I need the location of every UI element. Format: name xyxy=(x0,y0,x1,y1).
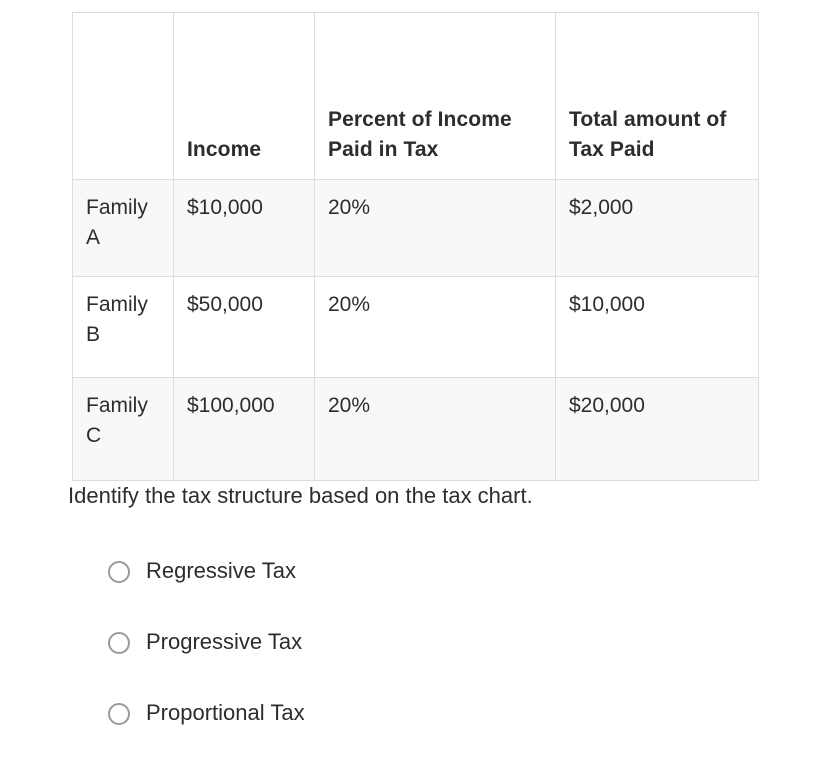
column-header-blank xyxy=(72,12,174,180)
radio-button-icon[interactable] xyxy=(108,560,130,583)
option-progressive-tax[interactable]: Progressive Tax xyxy=(108,628,668,657)
column-header-percent-of-income-paid-in-tax: Percent of Income Paid in Tax xyxy=(314,12,556,180)
question-prompt: Identify the tax structure based on the … xyxy=(68,483,533,508)
cell-percent: 20% xyxy=(314,276,556,378)
answer-options: Regressive Tax Progressive Tax Proportio… xyxy=(108,557,668,770)
tax-chart: Income Percent of Income Paid in Tax Tot… xyxy=(72,12,759,481)
option-label: Progressive Tax xyxy=(146,629,303,655)
table-header: Income Percent of Income Paid in Tax Tot… xyxy=(72,12,759,180)
option-label: Regressive Tax xyxy=(146,558,296,584)
cell-income: $10,000 xyxy=(173,179,315,277)
table-row: Family B $50,000 20% $10,000 xyxy=(72,276,759,378)
cell-family: Family A xyxy=(72,179,174,277)
option-label: Proportional Tax xyxy=(146,700,305,726)
cell-total: $10,000 xyxy=(555,276,759,378)
table-row: Family A $10,000 20% $2,000 xyxy=(72,179,759,277)
radio-button-icon[interactable] xyxy=(108,631,130,654)
cell-total: $20,000 xyxy=(555,377,759,481)
cell-percent: 20% xyxy=(314,377,556,481)
cell-income: $100,000 xyxy=(173,377,315,481)
table-body: Family A $10,000 20% $2,000 Family B $50… xyxy=(72,179,759,481)
table-header-row: Income Percent of Income Paid in Tax Tot… xyxy=(72,12,759,180)
table-row: Family C $100,000 20% $20,000 xyxy=(72,377,759,481)
cell-percent: 20% xyxy=(314,179,556,277)
cell-family: Family C xyxy=(72,377,174,481)
radio-button-icon[interactable] xyxy=(108,702,130,725)
column-header-income: Income xyxy=(173,12,315,180)
cell-family: Family B xyxy=(72,276,174,378)
cell-income: $50,000 xyxy=(173,276,315,378)
column-header-total-amount-of-tax-paid: Total amount of Tax Paid xyxy=(555,12,759,180)
tax-table: Income Percent of Income Paid in Tax Tot… xyxy=(72,12,759,481)
cell-total: $2,000 xyxy=(555,179,759,277)
option-proportional-tax[interactable]: Proportional Tax xyxy=(108,699,668,728)
option-regressive-tax[interactable]: Regressive Tax xyxy=(108,557,668,586)
